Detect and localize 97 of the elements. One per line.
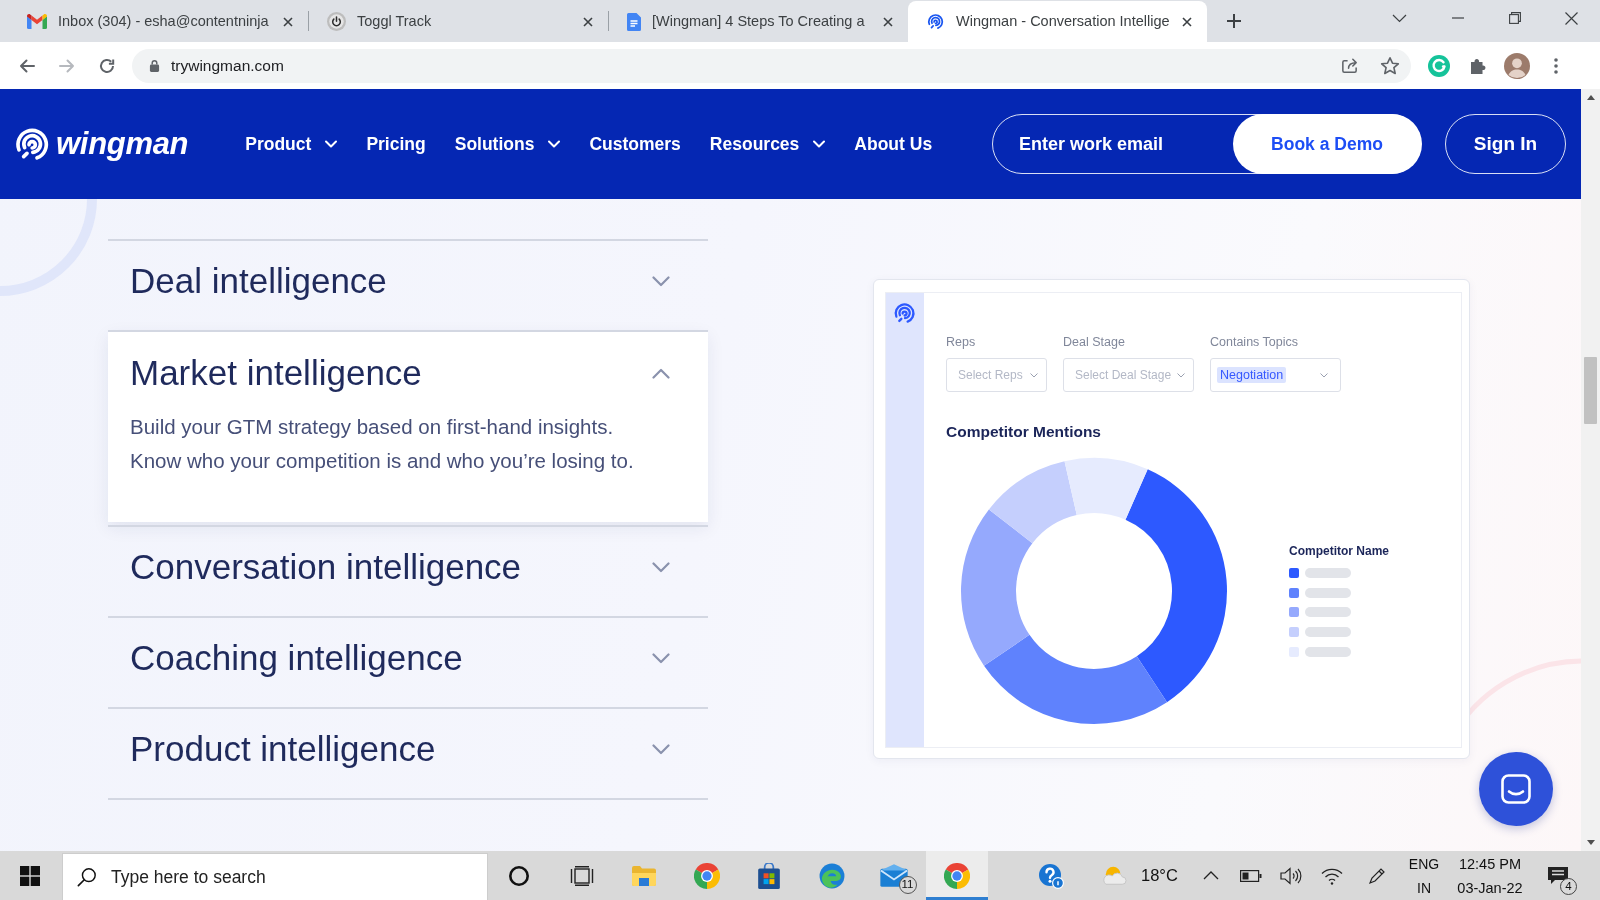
browser-tab[interactable]: Toggl Track — [309, 1, 608, 42]
accordion-header[interactable]: Coaching intelligence — [108, 618, 708, 707]
accordion-header[interactable]: Conversation intelligence — [108, 527, 708, 616]
restore-icon — [1508, 12, 1521, 24]
wifi-icon — [1320, 866, 1343, 885]
chevron-down-icon — [1177, 372, 1185, 378]
email-signup-form[interactable]: Enter work email Book a Demo — [992, 114, 1421, 174]
avatar-icon — [1504, 52, 1530, 79]
nav-link[interactable]: Pricing — [366, 130, 426, 158]
chevron-up-icon — [652, 367, 670, 379]
star-icon — [1380, 55, 1400, 76]
close-icon — [583, 16, 593, 27]
help-icon — [1038, 862, 1064, 889]
chevron-up-icon — [1202, 871, 1219, 880]
count-badge: 4 — [1560, 878, 1577, 895]
logo-link[interactable]: wingman — [12, 120, 189, 168]
select-input[interactable]: Select Reps — [958, 366, 1026, 384]
taskbar-app-button[interactable]: 11 — [863, 851, 926, 900]
kebab-menu-icon — [1554, 57, 1558, 74]
legend-label-bar — [1305, 587, 1351, 598]
browser-tab[interactable]: Wingman - Conversation Intellige — [908, 1, 1207, 42]
segmented-circle-icon — [943, 862, 970, 889]
plus-icon — [1227, 14, 1241, 28]
chevron-down-icon — [813, 140, 826, 148]
filter-label: Reps — [946, 335, 977, 349]
address-bar[interactable]: trywingman.com — [132, 48, 1411, 83]
select-field[interactable]: Negotiation — [1210, 358, 1341, 392]
browser-tab[interactable]: Inbox (304) - esha@contentninja — [9, 1, 308, 42]
power-icon — [327, 12, 346, 31]
nav-link[interactable]: Customers — [589, 130, 681, 158]
chevron-down-icon — [1320, 372, 1328, 378]
document-icon — [627, 12, 641, 31]
chat-button[interactable] — [1479, 752, 1553, 826]
mail-icon — [27, 14, 47, 29]
accordion-header[interactable]: Product intelligence — [108, 709, 708, 798]
filter-label: Contains Topics — [1210, 335, 1299, 349]
legend-label-bar — [1305, 646, 1351, 657]
chevron-down-icon — [1030, 372, 1038, 378]
lock-icon — [149, 59, 160, 72]
minimize-icon — [1451, 17, 1464, 19]
ring-icon — [508, 864, 531, 887]
legend-label-bar — [1305, 607, 1351, 618]
scrollbar-thumb[interactable] — [1584, 357, 1597, 424]
select-field[interactable]: Select Reps — [946, 358, 1047, 392]
fingerprint-icon — [892, 300, 917, 326]
clock-button[interactable]: 12:45 PM 03-Jan-22 — [1446, 851, 1534, 900]
folder-icon — [631, 864, 658, 887]
speaker-icon — [1280, 866, 1302, 885]
chevron-down-icon — [325, 140, 338, 148]
chevron-down-icon — [652, 653, 670, 664]
circle-logo-icon — [1427, 53, 1451, 78]
close-icon — [1565, 11, 1578, 25]
triangle-down-icon — [1586, 840, 1595, 845]
window-stack-icon — [569, 865, 594, 886]
segmented-circle-icon — [693, 862, 720, 889]
browser-tab[interactable]: [Wingman] 4 Steps To Creating a — [609, 1, 908, 42]
accordion-header[interactable]: Deal intelligence — [108, 241, 708, 330]
four-panes-icon — [20, 865, 40, 886]
close-icon — [883, 16, 893, 27]
sun-cloud-icon — [1100, 864, 1130, 887]
legend-label-bar — [1305, 627, 1351, 638]
select-field[interactable]: Select Deal Stage — [1063, 358, 1194, 392]
email-field[interactable]: Enter work email — [993, 124, 1233, 164]
accordion-body-text: Build your GTM strategy based on first-hand insights. — [129, 414, 615, 440]
chevron-down-icon — [652, 744, 670, 755]
filter-label: Deal Stage — [1063, 335, 1126, 349]
nav-link[interactable]: Solutions — [454, 130, 561, 158]
accordion-body-text: Know who your competition is and who you’re losing to. — [129, 448, 635, 474]
chat-icon — [1501, 774, 1531, 804]
language-button[interactable]: ENG IN — [1402, 851, 1446, 900]
chevron-down-icon — [652, 276, 670, 287]
notifications-button[interactable]: 4 — [1534, 851, 1582, 900]
chart-title: Competitor Mentions — [946, 423, 1102, 441]
fingerprint-icon — [926, 12, 945, 31]
accordion-header[interactable]: Market intelligence — [108, 332, 708, 414]
select-input[interactable]: Select Deal Stage — [1075, 366, 1173, 384]
taskbar-search-field[interactable]: Type here to search — [62, 853, 488, 900]
chevron-down-icon — [652, 562, 670, 573]
search-input[interactable]: Type here to search — [111, 863, 431, 891]
legend-title: Competitor Name — [1289, 544, 1389, 558]
nav-link[interactable]: Product — [245, 130, 338, 158]
shopping-bag-icon — [756, 862, 783, 889]
chevron-down-icon — [1391, 13, 1407, 23]
close-icon — [1182, 16, 1192, 27]
triangle-up-icon — [1586, 95, 1595, 100]
chevron-down-icon — [548, 140, 561, 148]
share-icon — [1339, 56, 1359, 75]
book-demo-button[interactable]: Book a Demo — [1232, 114, 1422, 174]
search-icon — [77, 867, 97, 887]
legend-label-bar — [1305, 567, 1351, 578]
nav-link[interactable]: About Us — [854, 130, 933, 158]
selected-topic-tag: Negotiation — [1217, 367, 1287, 383]
nav-link[interactable]: Resources — [709, 130, 826, 158]
weather-button[interactable]: 18°C — [1072, 851, 1190, 900]
close-icon — [283, 16, 293, 27]
battery-icon — [1240, 869, 1262, 882]
swirl-icon — [818, 862, 845, 889]
